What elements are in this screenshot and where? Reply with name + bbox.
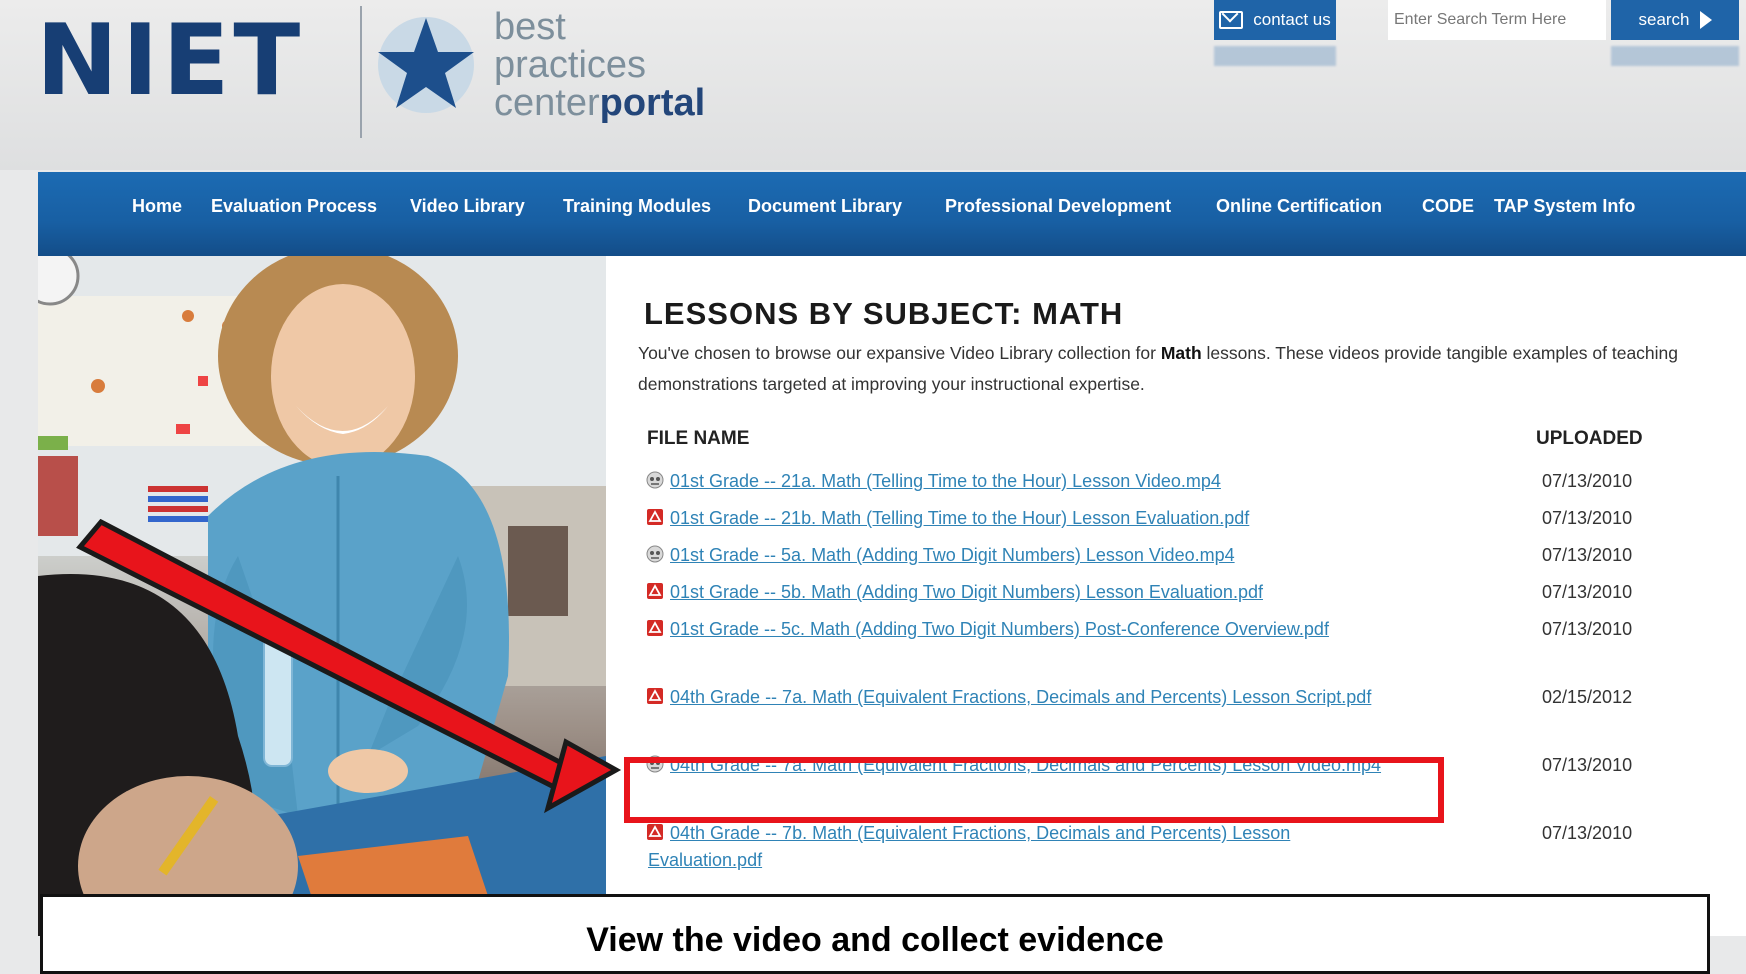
upload-date: 07/13/2010: [1542, 545, 1633, 565]
tagline-center-portal: centerportal: [494, 82, 706, 124]
search-input[interactable]: [1388, 0, 1606, 40]
upload-date: 07/13/2010: [1542, 755, 1633, 775]
portal-tagline: best practices centerportal: [494, 8, 705, 122]
logo-divider: [360, 6, 362, 138]
file-link[interactable]: 01st Grade -- 5c. Math (Adding Two Digit…: [648, 616, 1408, 643]
nav-code[interactable]: CODE: [1422, 196, 1474, 217]
site-header: NIET best practices centerportal contact…: [0, 0, 1746, 170]
file-link[interactable]: 04th Grade -- 7a. Math (Equivalent Fract…: [648, 684, 1408, 711]
upload-date: 07/13/2010: [1542, 823, 1633, 843]
page-title: LESSONS BY SUBJECT: MATH: [644, 296, 1124, 331]
nav-training-modules[interactable]: Training Modules: [563, 196, 711, 217]
classroom-photo: [38, 256, 606, 936]
caption-box: View the video and collect evidence: [40, 894, 1710, 974]
main-nav: Home Evaluation Process Video Library Tr…: [38, 172, 1746, 256]
nav-online-certification[interactable]: Online Certification: [1216, 196, 1382, 217]
intro-text: You've chosen to browse our expansive Vi…: [638, 343, 1679, 394]
mail-icon: [1219, 11, 1244, 29]
column-header-uploaded: UPLOADED: [1536, 428, 1643, 449]
contact-reflection: [1214, 46, 1336, 66]
search-label: search: [1638, 10, 1690, 29]
highlight-box: [624, 757, 1444, 823]
nav-document-library[interactable]: Document Library: [748, 196, 902, 217]
niet-logo[interactable]: NIET: [36, 0, 304, 125]
nav-tap-system-info[interactable]: TAP System Info: [1494, 196, 1635, 217]
nav-video-library[interactable]: Video Library: [410, 196, 525, 217]
nav-evaluation-process[interactable]: Evaluation Process: [211, 196, 377, 217]
file-link[interactable]: 01st Grade -- 21b. Math (Telling Time to…: [648, 505, 1408, 532]
contact-us-label: contact us: [1253, 10, 1331, 29]
upload-date: 07/13/2010: [1542, 619, 1633, 639]
tagline-practices: practices: [494, 44, 647, 86]
file-link[interactable]: 01st Grade -- 5a. Math (Adding Two Digit…: [648, 542, 1408, 569]
star-logo-icon: [378, 17, 474, 113]
arrow-right-icon: [1699, 11, 1712, 29]
upload-date: 07/13/2010: [1542, 582, 1633, 602]
caption-text: View the video and collect evidence: [586, 921, 1164, 959]
classroom-photo-illustration: [38, 256, 606, 936]
column-header-file-name: FILE NAME: [647, 428, 750, 449]
file-link[interactable]: 04th Grade -- 7b. Math (Equivalent Fract…: [648, 820, 1408, 874]
nav-professional-development[interactable]: Professional Development: [945, 196, 1171, 217]
file-link[interactable]: 01st Grade -- 5b. Math (Adding Two Digit…: [648, 579, 1408, 606]
main-content: LESSONS BY SUBJECT: MATH You've chosen t…: [606, 256, 1746, 936]
search-reflection: [1611, 46, 1739, 66]
upload-date: 07/13/2010: [1542, 471, 1633, 491]
file-link[interactable]: 01st Grade -- 21a. Math (Telling Time to…: [648, 468, 1408, 495]
search-button[interactable]: search: [1611, 0, 1739, 40]
tagline-best: best: [494, 6, 566, 48]
upload-date: 02/15/2012: [1542, 687, 1633, 707]
contact-us-button[interactable]: contact us: [1214, 0, 1336, 40]
nav-home[interactable]: Home: [132, 196, 182, 217]
upload-date: 07/13/2010: [1542, 508, 1633, 528]
